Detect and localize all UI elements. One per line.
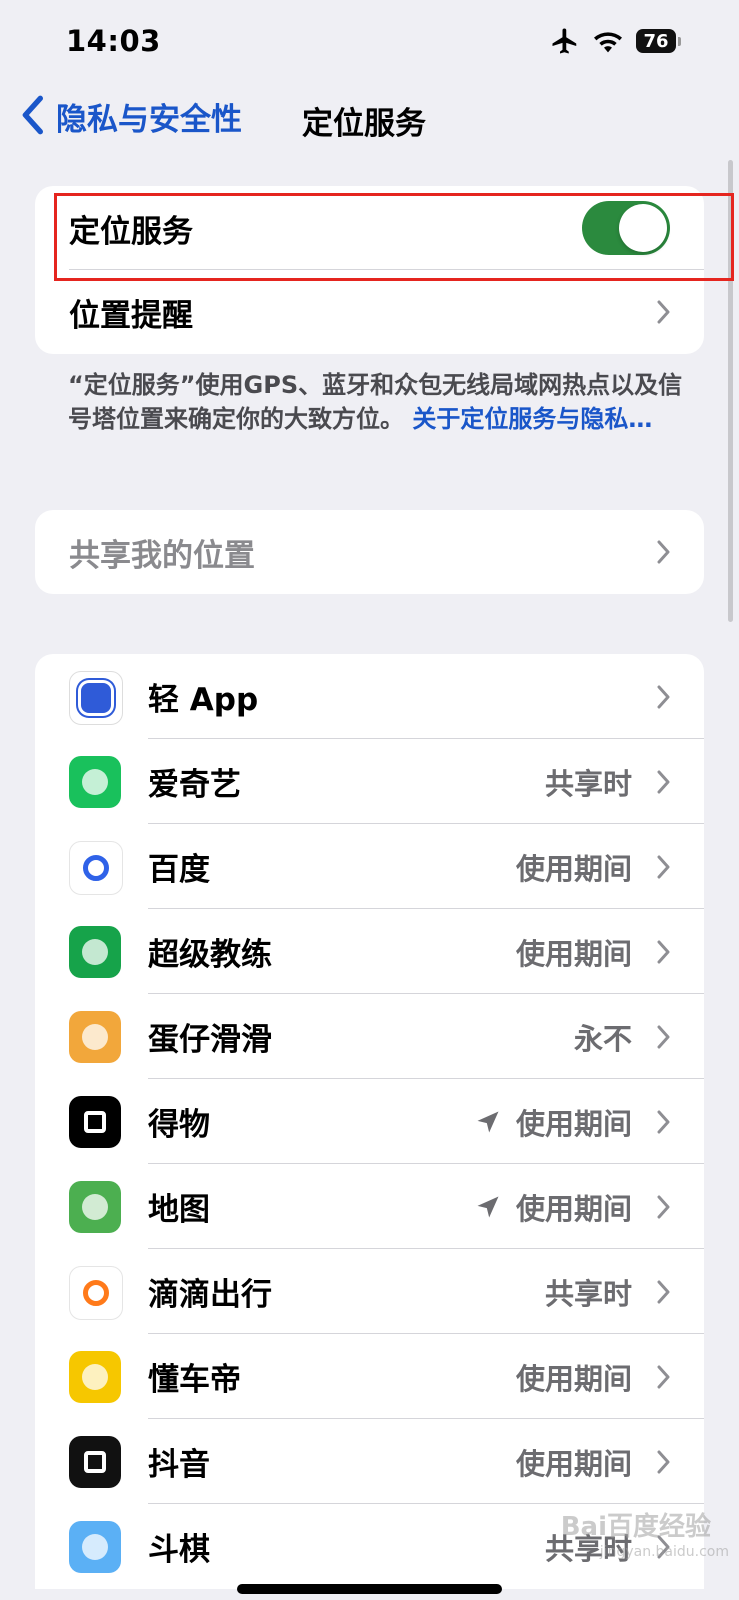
app-name: 爱奇艺 bbox=[148, 767, 241, 803]
app-status-text: 使用期间 bbox=[515, 1361, 632, 1396]
app-name: 超级教练 bbox=[148, 937, 272, 973]
location-alerts-row[interactable]: 位置提醒 bbox=[35, 270, 704, 354]
share-location-label: 共享我的位置 bbox=[69, 537, 255, 574]
app-status-text: 使用期间 bbox=[515, 1191, 632, 1226]
app-location-status: 使用期间 bbox=[516, 931, 632, 973]
iqiyi-icon bbox=[69, 755, 121, 808]
app-row[interactable]: 地图 使用期间 bbox=[35, 1164, 704, 1249]
chevron-right-icon bbox=[656, 1110, 670, 1134]
chevron-right-icon bbox=[656, 770, 670, 794]
share-location-group: 共享我的位置 bbox=[35, 510, 704, 594]
app-location-status: 使用期间 bbox=[474, 1101, 632, 1143]
chevron-right-icon bbox=[656, 855, 670, 879]
chevron-right-icon bbox=[656, 540, 670, 564]
chevron-right-icon bbox=[656, 1450, 670, 1474]
app-location-status: 共享时 bbox=[545, 1271, 632, 1313]
chevron-right-icon bbox=[656, 1195, 670, 1219]
chevron-right-icon bbox=[656, 1025, 670, 1049]
back-label: 隐私与安全性 bbox=[56, 102, 242, 138]
app-row[interactable]: 蛋仔滑滑 永不 bbox=[35, 994, 704, 1079]
light-app-icon bbox=[69, 670, 123, 725]
location-services-footer: “定位服务”使用GPS、蓝牙和众包无线局域网热点以及信号塔位置来确定你的大致方位… bbox=[68, 368, 698, 436]
chevron-left-icon bbox=[20, 95, 44, 139]
maps-icon bbox=[69, 1180, 121, 1233]
app-row[interactable]: 爱奇艺 共享时 bbox=[35, 739, 704, 824]
battery-cap bbox=[678, 36, 681, 46]
app-row[interactable]: 得物 使用期间 bbox=[35, 1079, 704, 1164]
app-location-status: 永不 bbox=[574, 1016, 632, 1058]
baidu-icon bbox=[69, 840, 123, 895]
app-status-text: 使用期间 bbox=[515, 1106, 632, 1141]
wifi-icon bbox=[592, 28, 624, 54]
privacy-link[interactable]: 关于定位服务与隐私… bbox=[412, 405, 652, 433]
chevron-right-icon bbox=[656, 300, 670, 324]
back-button[interactable]: 隐私与安全性 bbox=[20, 94, 242, 139]
app-name: 斗棋 bbox=[148, 1532, 210, 1568]
eggy-icon bbox=[69, 1010, 121, 1063]
app-name: 懂车帝 bbox=[148, 1362, 241, 1398]
app-name: 地图 bbox=[148, 1192, 210, 1228]
status-time: 14:03 bbox=[66, 24, 161, 58]
app-row[interactable]: 超级教练 使用期间 bbox=[35, 909, 704, 994]
didi-icon bbox=[69, 1265, 123, 1320]
app-location-status: 使用期间 bbox=[474, 1186, 632, 1228]
location-arrow-icon bbox=[474, 1108, 502, 1136]
app-location-status: 使用期间 bbox=[516, 1441, 632, 1483]
location-arrow-icon bbox=[474, 1193, 502, 1221]
app-row[interactable]: 轻 App bbox=[35, 654, 704, 739]
airplane-icon bbox=[550, 26, 580, 56]
app-name: 滴滴出行 bbox=[148, 1277, 272, 1313]
super-coach-icon bbox=[69, 925, 121, 978]
app-list: 轻 App 爱奇艺 共享时 百度 使用期间 超级教练 使用期间 蛋仔滑滑 永不 得物 使用期间 地图使… bbox=[35, 654, 704, 1589]
app-row[interactable]: 百度 使用期间 bbox=[35, 824, 704, 909]
battery-level: 76 bbox=[636, 29, 676, 53]
chevron-right-icon bbox=[656, 1365, 670, 1389]
app-row[interactable]: 懂车帝 使用期间 bbox=[35, 1334, 704, 1419]
watermark-sub: jingyan.baidu.com bbox=[599, 1544, 729, 1560]
app-name: 蛋仔滑滑 bbox=[148, 1022, 272, 1058]
app-location-status: 共享时 bbox=[545, 761, 632, 803]
chevron-right-icon bbox=[656, 940, 670, 964]
app-row[interactable]: 滴滴出行 共享时 bbox=[35, 1249, 704, 1334]
app-status-text: 使用期间 bbox=[515, 936, 632, 971]
status-bar: 14:03 76 bbox=[0, 0, 739, 84]
douqi-icon bbox=[69, 1520, 121, 1573]
app-status-text: 共享时 bbox=[544, 1276, 632, 1311]
highlight-annotation bbox=[54, 193, 734, 281]
douyin-icon bbox=[69, 1435, 121, 1488]
app-name: 抖音 bbox=[148, 1447, 210, 1483]
dewu-icon bbox=[69, 1095, 121, 1148]
app-name: 得物 bbox=[148, 1107, 210, 1143]
watermark: Bai百度经验 bbox=[560, 1512, 711, 1542]
navigation-bar: 隐私与安全性 定位服务 bbox=[0, 88, 739, 148]
home-indicator[interactable] bbox=[237, 1584, 502, 1594]
app-status-text: 永不 bbox=[573, 1021, 632, 1056]
app-location-status: 使用期间 bbox=[516, 1356, 632, 1398]
share-location-row[interactable]: 共享我的位置 bbox=[35, 510, 704, 594]
app-location-status: 使用期间 bbox=[516, 846, 632, 888]
app-status-text: 共享时 bbox=[544, 766, 632, 801]
app-name: 百度 bbox=[148, 852, 210, 888]
chevron-right-icon bbox=[656, 685, 670, 709]
location-alerts-label: 位置提醒 bbox=[69, 297, 193, 334]
app-row[interactable]: 抖音 使用期间 bbox=[35, 1419, 704, 1504]
app-name: 轻 App bbox=[148, 682, 259, 718]
chevron-right-icon bbox=[656, 1280, 670, 1304]
status-icons: 76 bbox=[550, 26, 681, 56]
app-status-text: 使用期间 bbox=[515, 851, 632, 886]
battery-icon: 76 bbox=[636, 29, 681, 53]
dongchedi-icon bbox=[69, 1350, 121, 1403]
app-status-text: 使用期间 bbox=[515, 1446, 632, 1481]
page-title: 定位服务 bbox=[302, 106, 426, 142]
